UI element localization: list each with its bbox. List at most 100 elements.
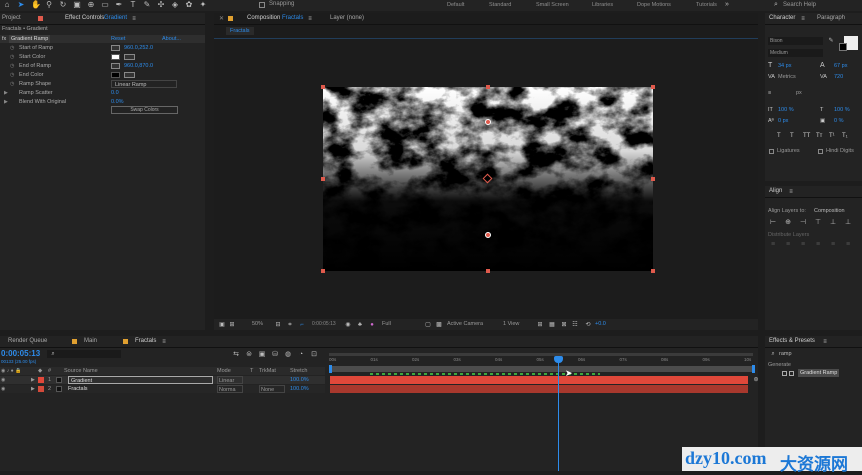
stopwatch-icon[interactable]: ◷: [10, 80, 14, 88]
workspace-dope-motions[interactable]: Dope Motions: [637, 1, 671, 10]
visibility-eye-icon[interactable]: ◉: [1, 376, 5, 384]
distribute-button-icon[interactable]: ≡: [829, 241, 837, 249]
current-time[interactable]: 0:00:05:13: [312, 321, 336, 327]
font-style-select[interactable]: Medium: [768, 49, 823, 57]
vertical-scale-value[interactable]: 100 %: [778, 106, 794, 114]
reset-link[interactable]: Reset: [111, 35, 125, 43]
playhead-marker[interactable]: [554, 356, 563, 363]
align-button-icon[interactable]: ⊢: [769, 219, 777, 227]
camera-select[interactable]: Active Camera: [447, 321, 483, 327]
tab-render-queue[interactable]: Render Queue: [8, 336, 47, 347]
visibility-eye-icon[interactable]: ◉: [1, 385, 5, 393]
stroke-width-value[interactable]: px: [796, 89, 802, 97]
bbox-handle-br[interactable]: [651, 269, 655, 273]
horizontal-scale-value[interactable]: 100 %: [834, 106, 850, 114]
expand-arrow-icon[interactable]: ▶: [31, 385, 35, 393]
category-generate[interactable]: Generate: [768, 361, 791, 369]
motion-blur-icon[interactable]: ◍: [284, 351, 292, 359]
layer-label-color[interactable]: [38, 377, 44, 383]
rectangle-tool-icon[interactable]: ▭: [101, 1, 109, 9]
layer-trkmat-select[interactable]: None: [259, 385, 285, 393]
effect-item-gradient-ramp[interactable]: Gradient Ramp: [798, 369, 840, 377]
panel-menu-icon[interactable]: ≡: [160, 338, 168, 346]
crop-icon[interactable]: ⌗: [286, 321, 294, 329]
expand-arrow-icon[interactable]: ▶: [4, 89, 8, 97]
search-help-input[interactable]: Search Help: [783, 2, 816, 8]
point-target-icon[interactable]: [111, 63, 120, 69]
tab-fractals[interactable]: Fractals: [135, 336, 156, 347]
panel-menu-icon[interactable]: ≡: [306, 15, 314, 23]
pan-behind-icon[interactable]: ⊕: [87, 1, 95, 9]
zoom-tool-icon[interactable]: ⚲: [45, 1, 53, 9]
expand-arrow-icon[interactable]: ▶: [31, 376, 35, 384]
bbox-handle-bl[interactable]: [321, 269, 325, 273]
prop-value[interactable]: 0.0: [111, 89, 119, 97]
bbox-handle-tr[interactable]: [651, 85, 655, 89]
work-area-end-handle[interactable]: [752, 365, 755, 373]
kerning-value[interactable]: Metrics: [778, 73, 796, 81]
tracking-value[interactable]: 720: [834, 73, 843, 81]
shy-icon[interactable]: ▣: [258, 351, 266, 359]
text-style-button[interactable]: T¹: [829, 132, 835, 140]
align-button-icon[interactable]: ⊣: [799, 219, 807, 227]
eyedropper-icon[interactable]: [124, 72, 135, 78]
home-icon[interactable]: ⌂: [3, 1, 11, 9]
tab-effect-controls-layer[interactable]: Gradient: [104, 13, 127, 24]
tab-layer-none[interactable]: Layer (none): [330, 13, 364, 24]
layer-name[interactable]: Gradient: [68, 376, 213, 384]
text-style-button[interactable]: T₁: [842, 132, 848, 140]
bbox-handle-tl[interactable]: [321, 85, 325, 89]
work-area-bar[interactable]: [329, 353, 753, 356]
hand-tool-icon[interactable]: ✋: [31, 1, 41, 9]
panel-menu-icon[interactable]: ≡: [799, 15, 807, 23]
workspace-small-screen[interactable]: Small Screen: [536, 1, 569, 10]
layer-bar-fractals[interactable]: [330, 385, 748, 393]
ramp-end-point[interactable]: [485, 232, 491, 238]
puppet-tool-icon[interactable]: ✦: [199, 1, 207, 9]
magnification-icon[interactable]: ▣: [218, 321, 226, 329]
tab-align[interactable]: Align: [769, 186, 782, 197]
tab-paragraph[interactable]: Paragraph: [817, 13, 845, 24]
bbox-handle-tc[interactable]: [486, 85, 490, 89]
tab-composition-name[interactable]: Fractals: [282, 13, 303, 24]
font-size-value[interactable]: 34 px: [778, 62, 791, 70]
color-swatch[interactable]: [111, 54, 120, 60]
fast-preview-icon[interactable]: ⊞: [536, 321, 544, 329]
timeline-current-time[interactable]: 0:00:05:13: [1, 349, 40, 358]
playhead-line[interactable]: [558, 357, 559, 471]
color-swatch[interactable]: [111, 72, 120, 78]
layer-name[interactable]: Fractals: [68, 385, 88, 393]
prop-value[interactable]: 0.0%: [111, 98, 124, 106]
reset-exposure-icon[interactable]: ⟲: [584, 321, 592, 329]
comp-button-icon[interactable]: ⊛: [752, 376, 758, 384]
text-style-button[interactable]: T: [790, 132, 794, 140]
color-management-icon[interactable]: ●: [368, 321, 376, 329]
eyedropper-icon[interactable]: ✎: [827, 37, 835, 45]
workspace-libraries[interactable]: Libraries: [592, 1, 613, 10]
distribute-button-icon[interactable]: ≡: [844, 241, 852, 249]
lock-icon[interactable]: ✕: [219, 15, 224, 22]
effects-search-input[interactable]: ramp: [779, 350, 792, 358]
text-style-button[interactable]: TT: [803, 132, 810, 140]
panel-menu-icon[interactable]: ≡: [787, 188, 795, 196]
transparency-grid-icon[interactable]: ▩: [435, 321, 443, 329]
panel-menu-icon[interactable]: ≡: [130, 15, 138, 23]
distribute-button-icon[interactable]: ≡: [769, 241, 777, 249]
ramp-shape-select[interactable]: Linear Ramp: [111, 80, 177, 88]
grid-icon[interactable]: ⊟: [274, 321, 282, 329]
layer-stretch[interactable]: 100.0%: [290, 385, 309, 393]
panel-menu-icon[interactable]: ≡: [821, 338, 829, 346]
work-area-range[interactable]: [329, 366, 753, 372]
workspace-default[interactable]: Default: [447, 1, 464, 10]
eyedropper-icon[interactable]: [124, 54, 135, 60]
align-button-icon[interactable]: ⊕: [784, 219, 792, 227]
layer-bar-gradient[interactable]: [330, 376, 748, 384]
swap-colors-button[interactable]: Swap Colors: [111, 106, 178, 114]
views-select[interactable]: 1 View: [503, 321, 519, 327]
workspace-menu-icon[interactable]: »: [723, 1, 731, 9]
stopwatch-icon[interactable]: ◷: [10, 62, 14, 70]
tab-character[interactable]: Character: [769, 13, 795, 24]
layer-mode-select[interactable]: Linear: [217, 376, 243, 384]
tab-main[interactable]: Main: [84, 336, 97, 347]
workspace-tutorials[interactable]: Tutorials: [696, 1, 717, 10]
